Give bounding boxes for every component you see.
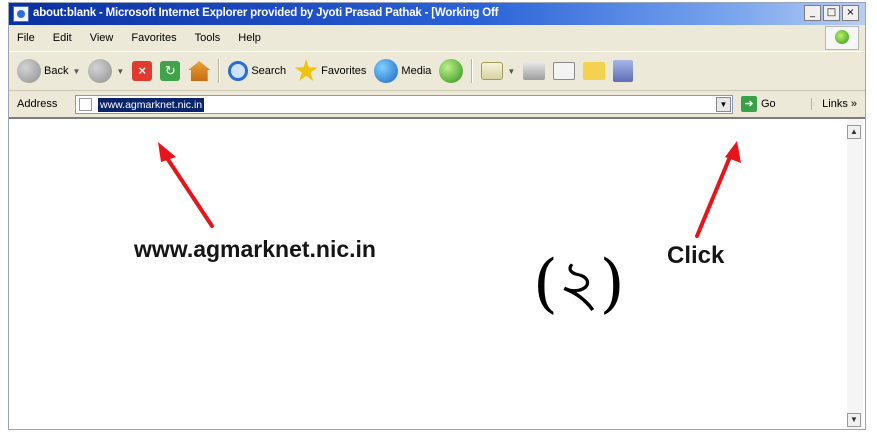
url-annotation-label: www.agmarknet.nic.in bbox=[134, 236, 376, 262]
go-arrow bbox=[695, 141, 741, 238]
annotation-arrows bbox=[158, 141, 741, 238]
step-marker: (২) bbox=[533, 247, 625, 321]
click-annotation-label: Click bbox=[667, 242, 725, 269]
url-arrow bbox=[158, 142, 214, 228]
